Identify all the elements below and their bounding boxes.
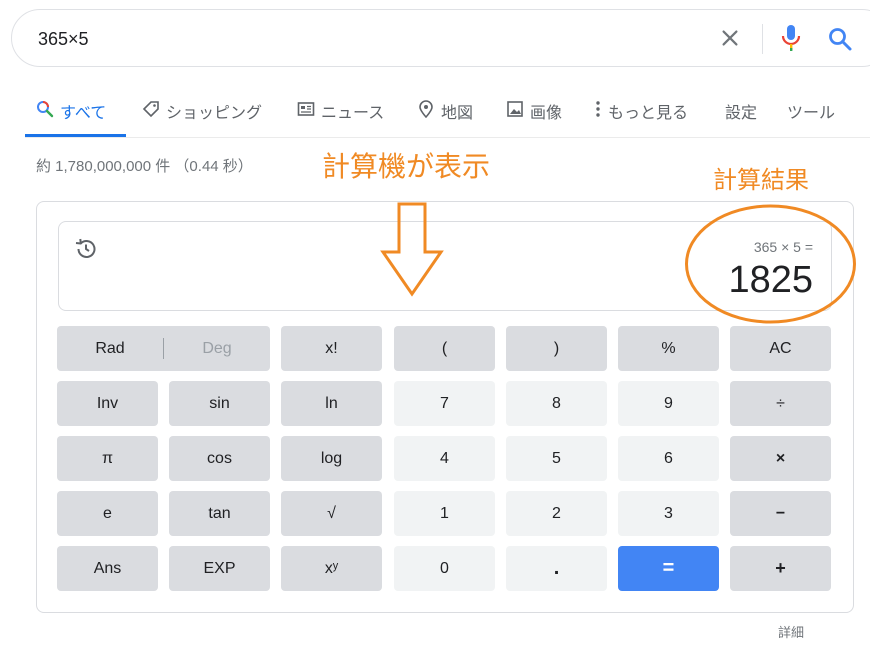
- answer-button[interactable]: Ans: [57, 546, 158, 591]
- history-icon[interactable]: [74, 237, 98, 261]
- tab-label: すべて: [60, 105, 107, 122]
- multiply-button[interactable]: ×: [730, 436, 831, 481]
- tab-news[interactable]: ニュース: [297, 90, 384, 136]
- details-link[interactable]: 詳細: [778, 622, 804, 641]
- all-clear-button[interactable]: AC: [730, 326, 831, 371]
- digit-9-button[interactable]: 9: [618, 381, 719, 426]
- open-paren-button[interactable]: (: [394, 326, 495, 371]
- image-icon: [507, 101, 523, 117]
- search-tabs: すべて ショッピング ニュース 地図 画像 もっと見る 設定 ツール: [0, 90, 870, 138]
- digit-1-button[interactable]: 1: [394, 491, 495, 536]
- decimal-button[interactable]: .: [506, 546, 607, 591]
- search-icon[interactable]: [827, 26, 853, 52]
- divide-button[interactable]: ÷: [730, 381, 831, 426]
- digit-6-button[interactable]: 6: [618, 436, 719, 481]
- tan-button[interactable]: tan: [169, 491, 270, 536]
- tag-icon: [142, 101, 159, 118]
- result-stats: 約 1,780,000,000 件 （0.44 秒）: [36, 158, 253, 175]
- map-pin-icon: [419, 100, 433, 118]
- tab-more[interactable]: もっと見る: [594, 90, 688, 136]
- exp-button[interactable]: EXP: [169, 546, 270, 591]
- angle-mode-toggle: Rad Deg: [57, 326, 270, 371]
- annotation-down-arrow: [380, 202, 444, 297]
- digit-7-button[interactable]: 7: [394, 381, 495, 426]
- tab-label: もっと見る: [608, 105, 689, 122]
- tab-settings[interactable]: 設定: [725, 90, 757, 136]
- percent-button[interactable]: %: [618, 326, 719, 371]
- tab-tools[interactable]: ツール: [787, 90, 835, 136]
- digit-2-button[interactable]: 2: [506, 491, 607, 536]
- ln-button[interactable]: ln: [281, 381, 382, 426]
- rad-button[interactable]: Rad: [57, 326, 163, 371]
- search-icon: [37, 101, 54, 118]
- tab-all[interactable]: すべて: [36, 90, 106, 136]
- annotation-result-label: 計算結果: [713, 166, 809, 194]
- annotation-result-circle: [685, 204, 856, 324]
- search-input[interactable]: 365×5: [38, 29, 89, 50]
- sin-button[interactable]: sin: [169, 381, 270, 426]
- plus-button[interactable]: +: [730, 546, 831, 591]
- equals-button[interactable]: =: [618, 546, 719, 591]
- close-paren-button[interactable]: ): [506, 326, 607, 371]
- digit-0-button[interactable]: 0: [394, 546, 495, 591]
- tab-label: 画像: [530, 105, 563, 122]
- search-divider: [762, 24, 763, 54]
- tab-label: 地図: [441, 105, 474, 122]
- clear-icon[interactable]: [719, 27, 741, 49]
- annotation-calculator-label: 計算機が表示: [322, 150, 491, 183]
- tab-label: ニュース: [321, 105, 385, 122]
- digit-4-button[interactable]: 4: [394, 436, 495, 481]
- search-box[interactable]: 365×5: [11, 9, 870, 67]
- euler-button[interactable]: e: [57, 491, 158, 536]
- inverse-button[interactable]: Inv: [57, 381, 158, 426]
- digit-3-button[interactable]: 3: [618, 491, 719, 536]
- cos-button[interactable]: cos: [169, 436, 270, 481]
- digit-5-button[interactable]: 5: [506, 436, 607, 481]
- news-icon: [297, 102, 315, 116]
- digit-8-button[interactable]: 8: [506, 381, 607, 426]
- tabs-divider: [25, 137, 870, 138]
- more-vert-icon: [596, 101, 600, 117]
- tab-label: ツール: [787, 105, 836, 122]
- factorial-button[interactable]: x!: [281, 326, 382, 371]
- sqrt-button[interactable]: √: [281, 491, 382, 536]
- deg-button[interactable]: Deg: [164, 326, 270, 371]
- microphone-icon[interactable]: [780, 23, 802, 53]
- pi-button[interactable]: π: [57, 436, 158, 481]
- tab-images[interactable]: 画像: [506, 90, 562, 136]
- minus-button[interactable]: −: [730, 491, 831, 536]
- tab-label: ショッピング: [166, 105, 263, 122]
- tab-label: 設定: [725, 105, 758, 122]
- log-button[interactable]: log: [281, 436, 382, 481]
- tab-maps[interactable]: 地図: [417, 90, 473, 136]
- power-button[interactable]: xʸ: [281, 546, 382, 591]
- tab-shopping[interactable]: ショッピング: [142, 90, 262, 136]
